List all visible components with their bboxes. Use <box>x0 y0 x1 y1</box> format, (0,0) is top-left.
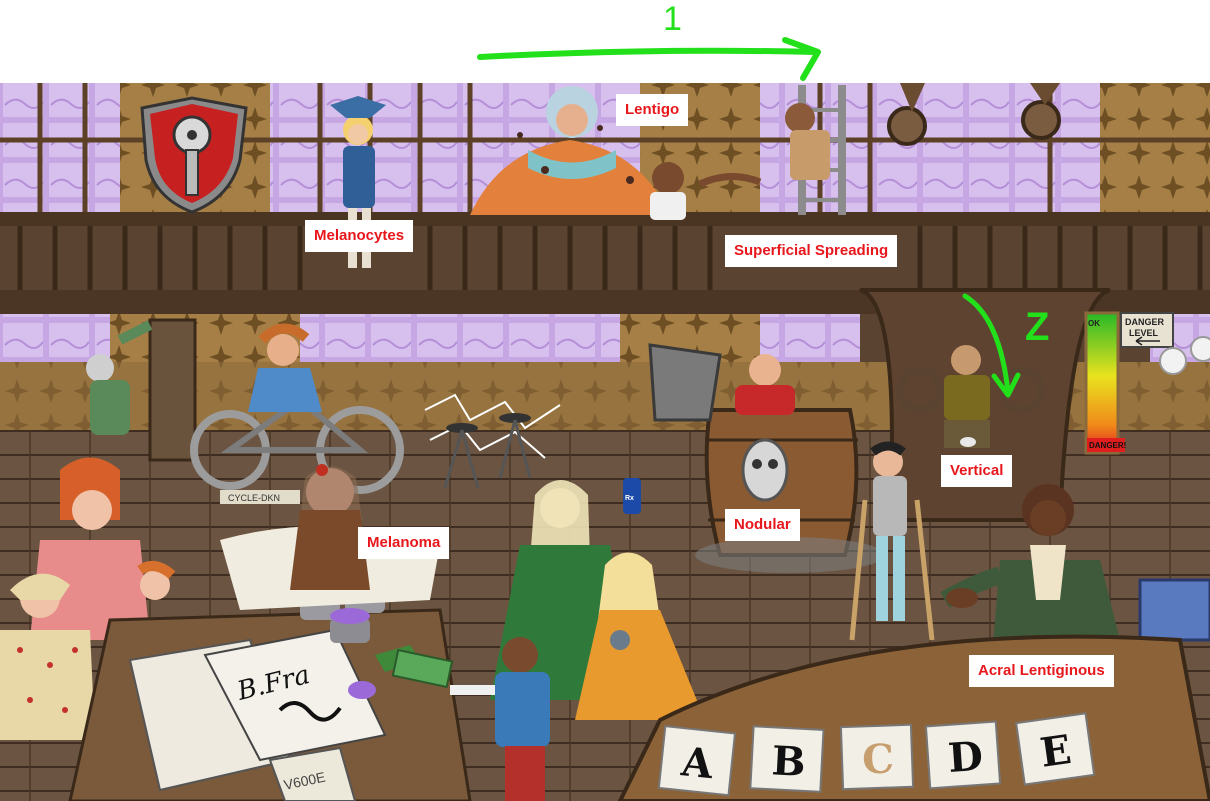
danger-meter-bottom-label: DANGER! <box>1089 441 1126 450</box>
label-vertical: Vertical <box>941 455 1013 487</box>
danger-meter-title-2: LEVEL <box>1129 328 1159 338</box>
bottle-label: Rx <box>625 495 634 502</box>
label-acral-lentiginous: Acral Lentiginous <box>969 655 1114 687</box>
label-lentigo: Lentigo <box>616 94 689 126</box>
label-nodular: Nodular <box>725 509 800 541</box>
label-melanocytes: Melanocytes <box>305 220 414 252</box>
label-superficial-spreading: Superficial Spreading <box>725 235 898 267</box>
writing-desk: B.Fra V600E <box>68 608 472 801</box>
label-melanoma: Melanoma <box>358 527 450 559</box>
card-letter-d: D <box>947 733 985 782</box>
danger-meter-title-1: DANGER <box>1125 317 1165 327</box>
card-letter-e: E <box>1037 726 1074 777</box>
card-letter-b: B <box>771 737 807 786</box>
danger-meter-ok: OK <box>1088 319 1100 328</box>
annotation-arrow-right <box>477 47 818 60</box>
annotation-marker-letter: Z <box>1025 305 1049 349</box>
card-letter-a: A <box>678 738 716 788</box>
annotation-marker-digit: 1 <box>663 0 682 38</box>
bicycle-sign: CYCLE-DKN <box>228 493 280 503</box>
card-letter-c: C <box>861 735 894 783</box>
